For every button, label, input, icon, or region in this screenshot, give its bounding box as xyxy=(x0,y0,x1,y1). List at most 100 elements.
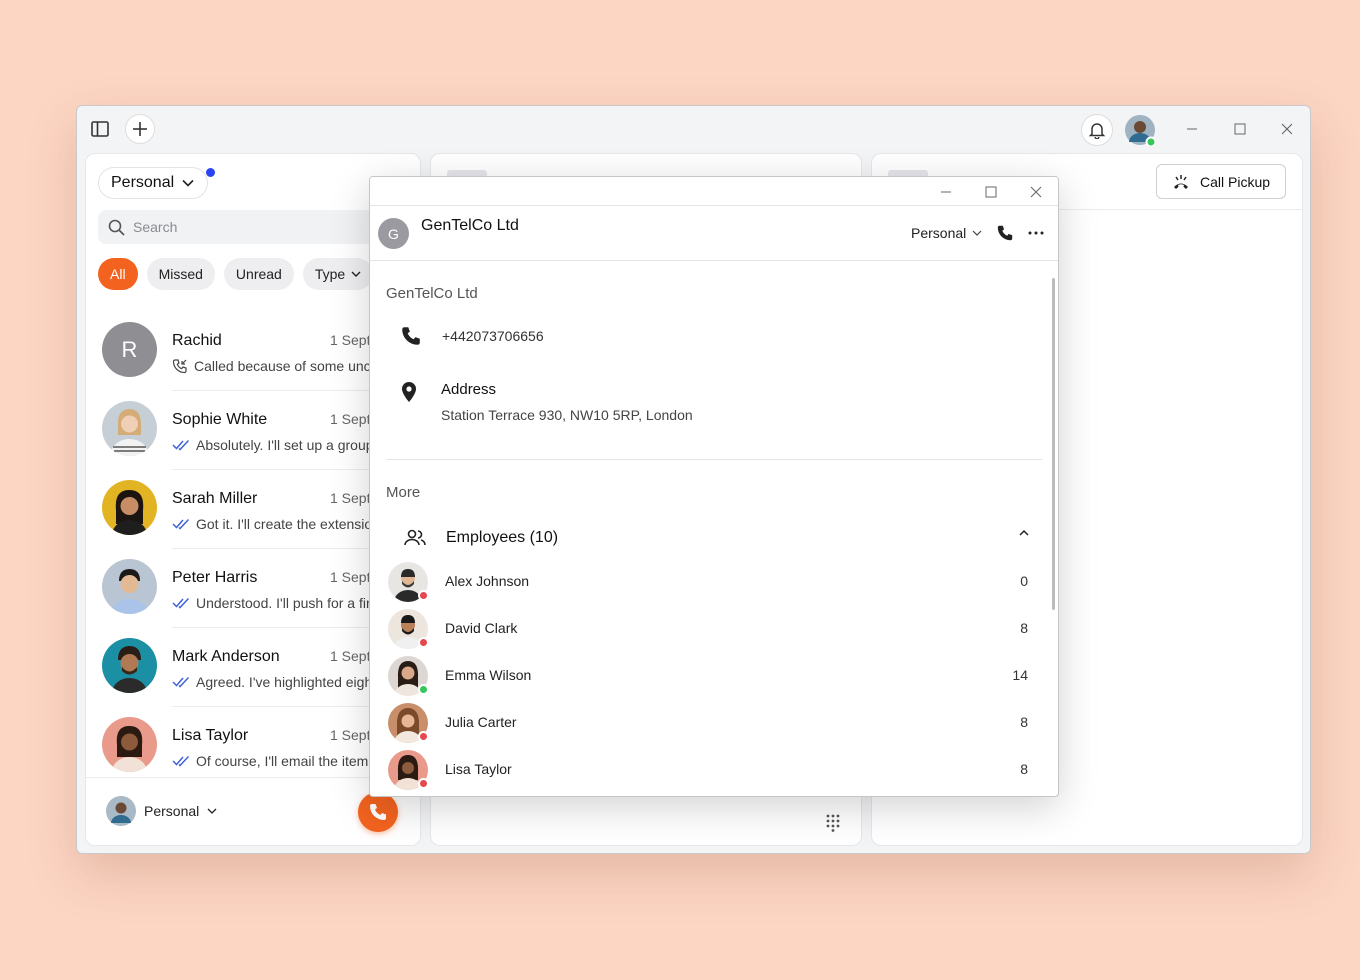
avatar xyxy=(106,796,136,826)
status-online-indicator xyxy=(418,684,429,695)
minimize-icon[interactable] xyxy=(936,183,956,201)
phone-incoming-icon xyxy=(172,359,187,374)
filter-all[interactable]: All xyxy=(98,258,138,290)
close-icon[interactable] xyxy=(1026,183,1046,201)
contact-window-titlebar xyxy=(370,177,1058,206)
employee-count: 8 xyxy=(1020,620,1028,636)
status-busy-indicator xyxy=(418,637,429,648)
chevron-down-icon xyxy=(182,179,194,187)
double-check-icon xyxy=(172,518,190,530)
conversation-preview: Got it. I'll create the extensio xyxy=(172,516,372,532)
filter-missed[interactable]: Missed xyxy=(146,258,215,290)
employee-row[interactable]: Julia Carter 8 xyxy=(388,700,1038,747)
chevron-up-icon xyxy=(1019,529,1029,536)
conversation-preview: Agreed. I've highlighted eigh xyxy=(172,674,372,690)
contact-name: Sophie White xyxy=(172,411,268,428)
people-icon xyxy=(404,529,426,546)
maximize-icon[interactable] xyxy=(1228,117,1252,141)
employee-name: Alex Johnson xyxy=(445,573,530,589)
employee-row[interactable]: Lisa Taylor 8 xyxy=(388,747,1038,794)
account-dropdown[interactable]: Personal xyxy=(98,167,208,199)
employee-count: 8 xyxy=(1020,714,1028,730)
conversation-preview: Called because of some unc xyxy=(172,358,371,374)
call-pickup-button[interactable]: Call Pickup xyxy=(1156,164,1286,199)
phone-number: +442073706656 xyxy=(442,328,544,344)
plus-icon xyxy=(133,122,147,136)
sidebar-toggle-icon[interactable] xyxy=(87,116,113,142)
contact-avatar: G xyxy=(378,218,409,249)
status-busy-indicator xyxy=(418,731,429,742)
call-button[interactable] xyxy=(358,792,398,832)
phone-row[interactable]: +442073706656 xyxy=(400,325,544,347)
phone-icon xyxy=(402,327,420,345)
dialpad-icon[interactable] xyxy=(826,814,840,837)
conversation-preview: Absolutely. I'll set up a group xyxy=(172,437,374,453)
filter-unread[interactable]: Unread xyxy=(223,258,294,290)
address-label: Address xyxy=(441,381,497,398)
employee-count: 8 xyxy=(1020,761,1028,777)
double-check-icon xyxy=(172,676,190,688)
user-avatar[interactable] xyxy=(1124,114,1156,146)
employee-name: Emma Wilson xyxy=(445,667,532,683)
chevron-down-icon xyxy=(207,808,217,814)
notifications-button[interactable] xyxy=(1081,114,1113,146)
search-box[interactable] xyxy=(98,210,388,244)
filter-chips: All Missed Unread Type xyxy=(98,258,374,290)
footer-account-dropdown[interactable]: Personal xyxy=(106,796,217,826)
contact-name: Mark Anderson xyxy=(172,648,280,665)
employee-name: David Clark xyxy=(445,620,518,636)
new-tab-button[interactable] xyxy=(125,114,155,144)
contact-name: Peter Harris xyxy=(172,569,258,586)
search-input[interactable] xyxy=(133,219,353,235)
double-check-icon xyxy=(172,755,190,767)
maximize-icon[interactable] xyxy=(981,183,1001,201)
divider xyxy=(386,459,1042,460)
contact-name: Rachid xyxy=(172,332,222,349)
double-check-icon xyxy=(172,439,190,451)
account-dropdown-label: Personal xyxy=(111,174,175,191)
employees-header[interactable]: Employees (10) xyxy=(404,523,1034,553)
employee-row[interactable]: Alex Johnson 0 xyxy=(388,559,1038,606)
call-contact-button[interactable] xyxy=(994,222,1016,244)
more-options-icon[interactable] xyxy=(1025,222,1047,244)
avatar xyxy=(102,401,157,456)
more-section-title: More xyxy=(386,484,421,501)
employee-row[interactable]: David Clark 8 xyxy=(388,606,1038,653)
search-icon xyxy=(108,219,125,236)
phone-icon xyxy=(997,225,1013,241)
contact-title: GenTelCo Ltd xyxy=(421,217,519,234)
scrollbar[interactable] xyxy=(1052,278,1055,610)
contact-name: Sarah Miller xyxy=(172,490,258,507)
call-pickup-icon xyxy=(1173,174,1188,189)
status-busy-indicator xyxy=(418,590,429,601)
employee-name: Lisa Taylor xyxy=(445,761,512,777)
avatar xyxy=(102,559,157,614)
conversation-preview: Of course, I'll email the itemi xyxy=(172,753,371,769)
address-value: Station Terrace 930, NW10 5RP, London xyxy=(441,407,693,423)
conversation-preview: Understood. I'll push for a fir xyxy=(172,595,371,611)
employee-name: Julia Carter xyxy=(445,714,517,730)
employee-count: 0 xyxy=(1020,573,1028,589)
contact-window: G GenTelCo Ltd Personal GenTelCo Ltd +44… xyxy=(369,176,1059,797)
contact-details: GenTelCo Ltd +442073706656 Address Stati… xyxy=(370,262,1058,796)
contact-header: G GenTelCo Ltd Personal xyxy=(370,206,1058,261)
employee-row[interactable]: Emma Wilson 14 xyxy=(388,653,1038,700)
notification-dot xyxy=(206,168,215,177)
avatar xyxy=(102,717,157,772)
avatar xyxy=(102,480,157,535)
title-bar xyxy=(77,106,1310,152)
status-busy-indicator xyxy=(418,778,429,789)
double-check-icon xyxy=(172,597,190,609)
filter-type[interactable]: Type xyxy=(302,258,374,290)
minimize-icon[interactable] xyxy=(1180,117,1204,141)
account-dropdown[interactable]: Personal xyxy=(911,225,982,241)
contact-name: Lisa Taylor xyxy=(172,727,249,744)
phone-icon xyxy=(370,804,386,820)
employee-count: 14 xyxy=(1012,667,1028,683)
avatar xyxy=(102,638,157,693)
close-icon[interactable] xyxy=(1275,117,1299,141)
section-title: GenTelCo Ltd xyxy=(386,285,478,302)
avatar: R xyxy=(102,322,157,377)
location-pin-icon xyxy=(400,381,418,408)
bell-icon xyxy=(1088,123,1106,139)
